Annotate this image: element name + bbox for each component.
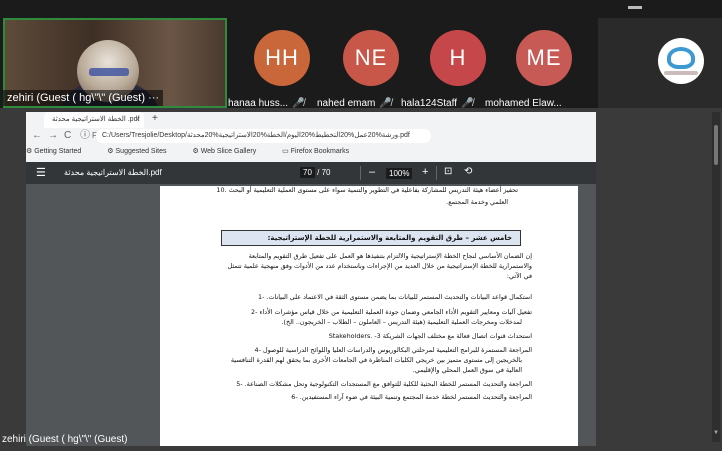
page-number-input[interactable]: 70 (300, 167, 315, 178)
bookmark-item[interactable]: ⚙ Suggested Sites (107, 148, 178, 155)
section-heading: خامس عشر – طرق التقويم والمتابعة والاستم… (221, 230, 521, 246)
bookmark-item[interactable]: ▭ Firefox Bookmarks (282, 148, 361, 155)
document-line: تحفيز أعضاء هيئة التدريس للمشاركة بفاعلي… (216, 186, 518, 194)
organization-logo (658, 38, 704, 84)
avatar: HH (254, 30, 310, 86)
list-item: المراجعة والتحديث المستمر للخطة البحثية … (236, 380, 532, 388)
bookmark-item[interactable]: ⚙ Getting Started (26, 148, 93, 155)
fit-page-icon[interactable]: ⊡ (444, 166, 452, 177)
pdf-toolbar: ☰ الخطة الاستراتيجية محدثة.pdf 70 / 70 –… (26, 162, 596, 184)
avatar: NE (343, 30, 399, 86)
pdf-page[interactable]: تحفيز أعضاء هيئة التدريس للمشاركة بفاعلي… (160, 186, 578, 446)
list-item: المراجعة المستمرة للبرامج التعليمية لمرح… (254, 346, 532, 354)
document-line: في الآتي: (506, 272, 532, 280)
page-total: 70 (321, 168, 331, 177)
forward-icon[interactable]: → (48, 128, 58, 144)
address-bar[interactable]: C:/Users/Tresjolie/Desktop/ورشة%20عمل%20… (96, 129, 431, 143)
back-icon[interactable]: ← (32, 128, 42, 144)
zoom-in-button[interactable]: + (422, 166, 428, 178)
participant-glasses (89, 68, 129, 76)
logo-video-tile[interactable] (598, 18, 722, 108)
scroll-down-arrow-icon[interactable]: ▼ (713, 430, 719, 436)
close-tab-icon[interactable]: × (135, 112, 140, 128)
list-item: استكمال قواعد البيانات والتحديث المستمر … (258, 293, 532, 301)
avatar: ME (516, 30, 572, 86)
reload-icon[interactable]: C (64, 128, 71, 144)
scrollbar-thumb[interactable] (714, 125, 718, 165)
new-tab-button[interactable]: + (152, 113, 158, 124)
document-line: إن الضمان الأساسي لنجاح الخطة الإستراتيج… (248, 252, 532, 260)
bookmark-item[interactable]: ⚙ Web Slice Gallery (192, 148, 268, 155)
list-item: المراجعة والتحديث المستمر لخطة خدمة المج… (291, 393, 532, 401)
list-item-continued: العالية في سوق العمل المحلي والإقليمي. (412, 366, 522, 374)
logo-text-mark (664, 71, 698, 75)
list-item: تفعيل آليات ومعايير التقويم الأداء الجام… (251, 308, 532, 316)
list-item: استحداث قنوات اتصال فعالة مع مختلف الجها… (328, 332, 532, 340)
document-line: والاستمرارية للخطة الإستراتيجية من خلال … (227, 262, 533, 270)
browser-tab[interactable]: الخطة الاستراتيجية محدثة .pdf × (44, 112, 144, 128)
bookmarks-bar: ⚙ Getting Started ⚙ Suggested Sites ⚙ We… (26, 146, 373, 158)
zoom-level-input[interactable]: 100% (386, 168, 413, 179)
list-item-continued: لمدخلات ومخرجات العملية التعليمية (هيئة … (281, 318, 522, 326)
tab-title: الخطة الاستراتيجية محدثة .pdf (52, 116, 140, 123)
self-video-label: zehiri (Guest ( hg\"\" (Guest) ··· (3, 90, 164, 106)
zoom-out-button[interactable]: – (369, 166, 375, 178)
divider (360, 166, 361, 180)
minimize-icon[interactable] (628, 6, 642, 9)
menu-icon[interactable]: ☰ (36, 166, 46, 179)
document-line: العلمي وخدمة المجتمع. (446, 198, 508, 206)
page-indicator: 70 / 70 (300, 167, 331, 178)
rotate-icon[interactable]: ⟲ (464, 166, 472, 177)
active-speaker-label: zehiri (Guest ( hg\"\" (Guest) (2, 434, 128, 445)
participant-tile-me[interactable]: ME mohamed Elaw... (485, 18, 610, 109)
logo-mark-icon (667, 47, 695, 69)
divider (436, 166, 437, 180)
pdf-file-title: الخطة الاستراتيجية محدثة.pdf (64, 168, 162, 177)
avatar: H (430, 30, 486, 86)
list-item-continued: بالخريجين إلى مستوى متميز بين خريجي الكل… (230, 356, 522, 364)
site-info-icon[interactable]: ⓘ (80, 128, 90, 144)
